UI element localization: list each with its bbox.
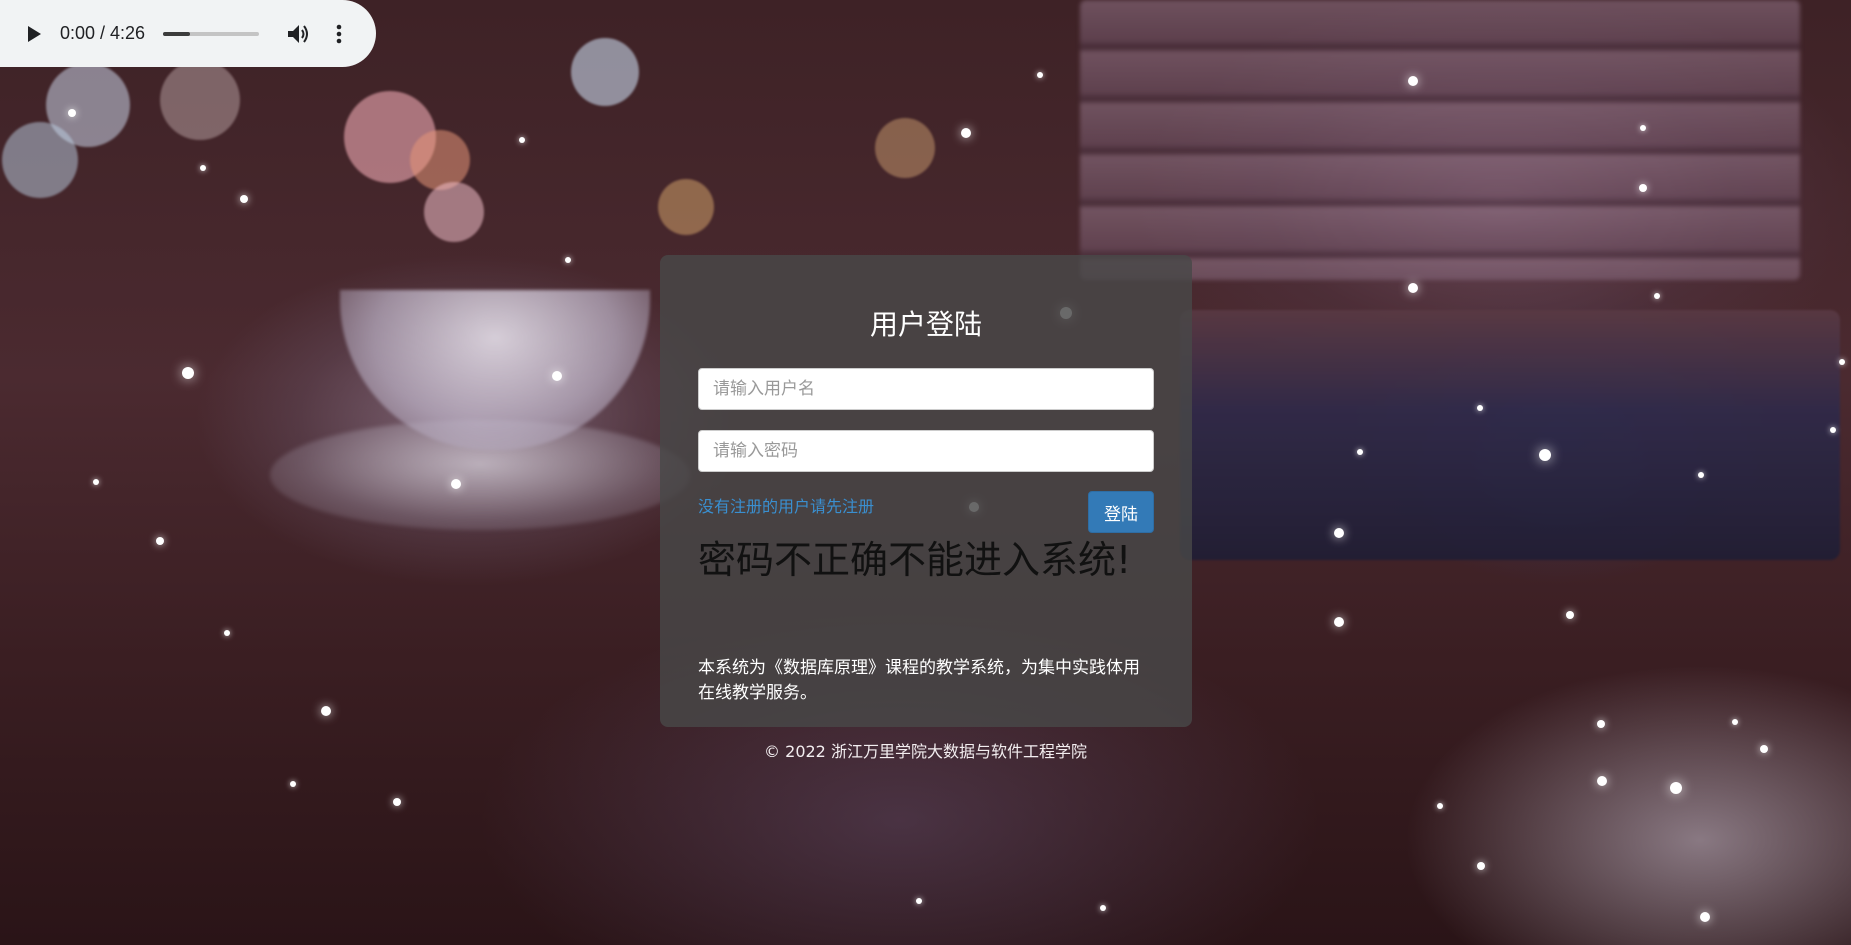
- snow-dot: [1654, 293, 1660, 299]
- login-panel: 用户登陆 没有注册的用户请先注册 登陆 密码不正确不能进入系统! 本系统为《数据…: [660, 255, 1192, 727]
- snow-dot: [1839, 359, 1845, 365]
- snow-dot: [200, 165, 206, 171]
- snow-dot: [321, 706, 331, 716]
- login-button[interactable]: 登陆: [1088, 491, 1154, 533]
- snow-dot: [552, 371, 562, 381]
- bokeh-circle: [160, 60, 240, 140]
- snow-dot: [1640, 125, 1646, 131]
- snow-dot: [1700, 912, 1710, 922]
- background-books: [1080, 0, 1800, 280]
- snow-dot: [451, 479, 461, 489]
- audio-time: 0:00 / 4:26: [60, 23, 146, 43]
- action-row: 没有注册的用户请先注册 登陆: [698, 491, 1154, 533]
- snow-dot: [1566, 611, 1574, 619]
- copyright-footer: © 2022 浙江万里学院大数据与软件工程学院: [764, 742, 1087, 761]
- password-input[interactable]: [698, 430, 1154, 472]
- bokeh-circle: [424, 182, 484, 242]
- snow-dot: [240, 195, 248, 203]
- system-intro: 本系统为《数据库原理》课程的教学系统，为集中实践体用在线教学服务。: [698, 658, 1140, 703]
- bokeh-circle: [2, 122, 78, 198]
- snow-dot: [1830, 427, 1836, 433]
- audio-progress-bar[interactable]: [163, 31, 260, 36]
- snow-dot: [961, 128, 971, 138]
- snow-dot: [1100, 905, 1106, 911]
- snow-dot: [1639, 184, 1647, 192]
- snow-dot: [1037, 72, 1043, 78]
- audio-progress-fill: [163, 31, 190, 36]
- snow-dot: [1408, 76, 1418, 86]
- snow-dot: [1539, 449, 1551, 461]
- snow-dot: [68, 109, 76, 117]
- snow-dot: [224, 630, 230, 636]
- play-icon[interactable]: [24, 24, 44, 44]
- register-link[interactable]: 没有注册的用户请先注册: [698, 493, 874, 517]
- more-vert-icon[interactable]: [329, 22, 349, 46]
- snow-dot: [1437, 803, 1443, 809]
- snow-dot: [1670, 782, 1682, 794]
- snow-dot: [1698, 472, 1704, 478]
- snow-dot: [519, 137, 525, 143]
- audio-player: 0:00 / 4:26: [0, 0, 376, 67]
- snow-dot: [1477, 862, 1485, 870]
- snow-dot: [156, 537, 164, 545]
- bokeh-circle: [875, 118, 935, 178]
- snow-dot: [393, 798, 401, 806]
- snow-dot: [93, 479, 99, 485]
- error-message: 密码不正确不能进入系统!: [698, 538, 1132, 582]
- background-book-chest: [1180, 310, 1840, 560]
- bokeh-circle: [658, 179, 714, 235]
- snow-dot: [290, 781, 296, 787]
- snow-dot: [565, 257, 571, 263]
- snow-dot: [1477, 405, 1483, 411]
- snow-dot: [1597, 720, 1605, 728]
- snow-dot: [1334, 528, 1344, 538]
- bokeh-circle: [571, 38, 639, 106]
- snow-dot: [1408, 283, 1418, 293]
- snow-dot: [916, 898, 922, 904]
- snow-dot: [182, 367, 194, 379]
- snow-dot: [1334, 617, 1344, 627]
- volume-icon[interactable]: [287, 22, 311, 46]
- login-title: 用户登陆: [869, 308, 982, 341]
- snow-dot: [1357, 449, 1363, 455]
- snow-dot: [1732, 719, 1738, 725]
- bokeh-circle: [410, 130, 470, 190]
- snow-dot: [1597, 776, 1607, 786]
- username-input[interactable]: [698, 368, 1154, 410]
